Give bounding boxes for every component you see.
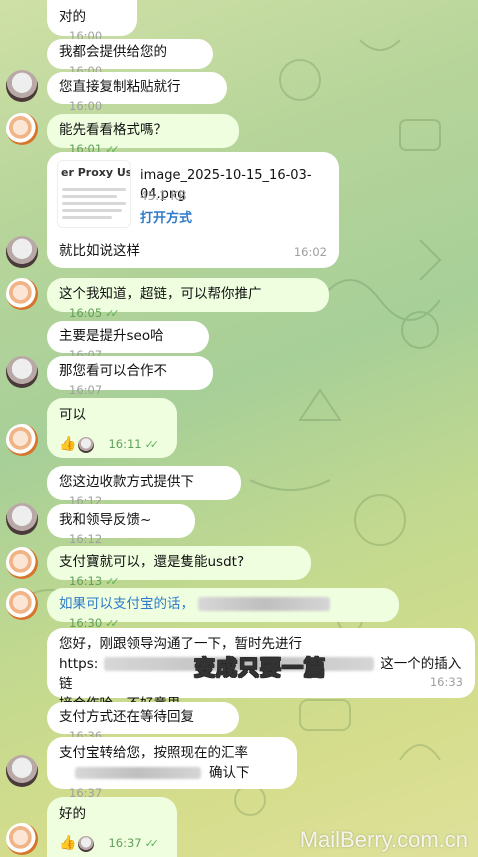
thumbnail-title: er Proxy Us xyxy=(61,166,131,179)
message-time: 16:11 xyxy=(108,437,142,451)
message-time: 16:13 xyxy=(69,574,103,588)
message-text: 主要是提升seo哈 xyxy=(59,328,164,344)
avatar[interactable] xyxy=(6,547,38,579)
message-bubble[interactable]: 支付方式还在等待回复 16:36 xyxy=(47,702,239,743)
avatar[interactable] xyxy=(6,755,38,787)
reaction[interactable]: 👍 xyxy=(59,834,95,853)
file-thumbnail[interactable]: er Proxy Us xyxy=(57,160,131,228)
avatar[interactable] xyxy=(6,70,38,102)
message-text: 支付宝转给您，按照现在的汇率 xyxy=(59,745,248,761)
message-text: 我和领导反馈~ xyxy=(59,512,152,528)
message-text: 您好，刚跟领导沟通了一下，暂时先进行 xyxy=(59,636,302,652)
message-text: 支付方式还在等待回复 xyxy=(59,709,194,725)
message-time: 16:33 xyxy=(429,675,463,689)
message-text: 如果可以支付宝的话， xyxy=(59,596,194,612)
message-time: 16:37 xyxy=(108,836,142,850)
message-text: 那您看可以合作不 xyxy=(59,363,167,379)
avatar[interactable] xyxy=(6,236,38,268)
message-text: 确认下 xyxy=(209,765,250,781)
message-text: 支付寶就可以，還是隻能usdt? xyxy=(59,554,245,570)
redacted-text xyxy=(75,767,201,779)
message-bubble[interactable]: 您直接复制粘贴就行 16:00 xyxy=(47,72,227,113)
message-bubble[interactable]: 那您看可以合作不 16:07 xyxy=(47,356,213,397)
message-text: 好的 xyxy=(59,806,86,822)
message-bubble[interactable]: 如果可以支付宝的话， 16:30 ✓✓ xyxy=(47,588,399,630)
watermark: MailBerry.com.cn xyxy=(299,827,468,852)
message-time: 16:12 xyxy=(69,532,103,546)
message-bubble[interactable]: 支付寶就可以，還是隻能usdt? 16:13 ✓✓ xyxy=(47,546,311,588)
message-bubble[interactable]: 对的 16:00 xyxy=(47,0,137,43)
read-checks-icon: ✓✓ xyxy=(144,837,160,850)
reaction[interactable]: 👍 xyxy=(59,435,95,454)
overlay-annotation: 变成只要一篇 xyxy=(194,656,326,681)
file-message[interactable]: er Proxy Us image_2025-10-15_16-03-04.pn… xyxy=(47,152,339,268)
message-text: 就比如说这样 xyxy=(59,243,140,259)
read-checks-icon: ✓✓ xyxy=(105,307,120,320)
message-bubble[interactable]: 您这边收款方式提供下 16:12 xyxy=(47,466,241,508)
message-bubble[interactable]: 我和领导反馈~ 16:12 xyxy=(47,504,195,546)
message-time: 16:00 xyxy=(69,99,103,113)
message-time: 16:02 xyxy=(293,245,327,259)
message-text: 这个我知道，超链，可以帮你推广 xyxy=(59,286,262,302)
message-bubble[interactable]: 支付宝转给您，按照现在的汇率 确认下16:37 xyxy=(47,737,297,800)
read-checks-icon: ✓✓ xyxy=(105,575,120,588)
avatar[interactable] xyxy=(6,424,38,456)
read-checks-icon: ✓✓ xyxy=(144,438,160,451)
avatar[interactable] xyxy=(6,503,38,535)
message-bubble[interactable]: 主要是提升seo哈 16:07 xyxy=(47,321,209,362)
message-text: 可以 xyxy=(59,407,86,423)
thumbs-up-icon: 👍 xyxy=(59,436,77,452)
reactor-avatar xyxy=(78,436,95,453)
message-bubble[interactable]: 能先看看格式嗎？ 16:01 ✓✓ xyxy=(47,114,239,156)
message-time: 16:05 xyxy=(69,306,103,320)
message-text: 我都会提供给您的 xyxy=(59,44,167,60)
message-bubble[interactable]: 好的 👍 16:37 ✓✓ xyxy=(47,797,177,857)
avatar[interactable] xyxy=(6,356,38,388)
message-bubble[interactable]: 这个我知道，超链，可以帮你推广 16:05 ✓✓ xyxy=(47,278,329,320)
avatar[interactable] xyxy=(6,823,38,855)
file-size: 45.1 KB xyxy=(140,189,187,203)
avatar[interactable] xyxy=(6,278,38,310)
avatar[interactable] xyxy=(6,113,38,145)
redacted-text xyxy=(198,597,331,611)
reactor-avatar xyxy=(78,835,95,852)
message-text: 您这边收款方式提供下 xyxy=(59,474,194,490)
message-text: 能先看看格式嗎？ xyxy=(59,122,167,138)
avatar[interactable] xyxy=(6,588,38,620)
message-time: 16:07 xyxy=(69,383,103,397)
message-bubble[interactable]: 我都会提供给您的 16:00 xyxy=(47,39,213,78)
message-text: 对的 xyxy=(59,9,86,25)
message-text: 您直接复制粘贴就行 xyxy=(59,79,181,95)
thumbs-up-icon: 👍 xyxy=(59,835,77,851)
message-text: https: xyxy=(59,656,99,672)
message-bubble[interactable]: 可以 👍 16:11 ✓✓ xyxy=(47,398,177,458)
open-with-link[interactable]: 打开方式 xyxy=(140,209,192,228)
